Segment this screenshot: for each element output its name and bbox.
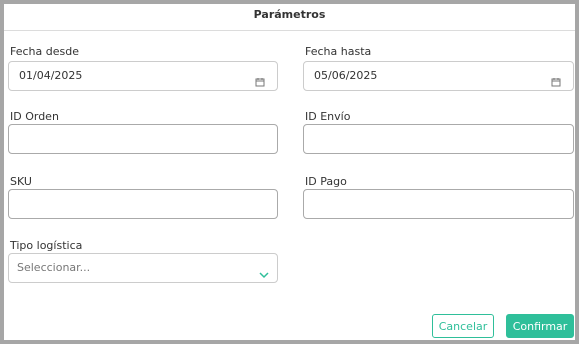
id-envio-label: ID Envío [305,110,351,123]
fecha-hasta-label: Fecha hasta [305,45,372,58]
id-envio-input[interactable] [303,124,574,154]
fecha-desde-field[interactable]: 01/04/2025 [8,61,278,91]
fecha-hasta-field[interactable]: 05/06/2025 [303,61,574,91]
id-orden-input[interactable] [8,124,278,154]
sku-label: SKU [10,175,32,188]
id-pago-label: ID Pago [305,175,347,188]
tipo-logistica-placeholder: Seleccionar... [17,261,91,274]
calendar-icon[interactable] [255,72,265,91]
id-orden-label: ID Orden [10,110,59,123]
fecha-desde-label: Fecha desde [10,45,79,58]
fecha-desde-value: 01/04/2025 [19,69,83,82]
sku-input[interactable] [8,189,278,219]
parameters-dialog: Parámetros Fecha desde 01/04/2025 Fecha … [0,0,579,344]
tipo-logistica-label: Tipo logística [10,239,83,252]
title-divider [4,30,575,31]
cancel-button[interactable]: Cancelar [432,314,494,338]
dialog-title: Parámetros [253,8,326,21]
id-pago-input[interactable] [303,189,574,219]
tipo-logistica-select[interactable]: Seleccionar... [8,253,278,283]
confirm-button[interactable]: Confirmar [506,314,574,338]
chevron-down-icon[interactable] [259,264,269,283]
fecha-hasta-value: 05/06/2025 [314,69,378,82]
calendar-icon[interactable] [551,72,561,91]
